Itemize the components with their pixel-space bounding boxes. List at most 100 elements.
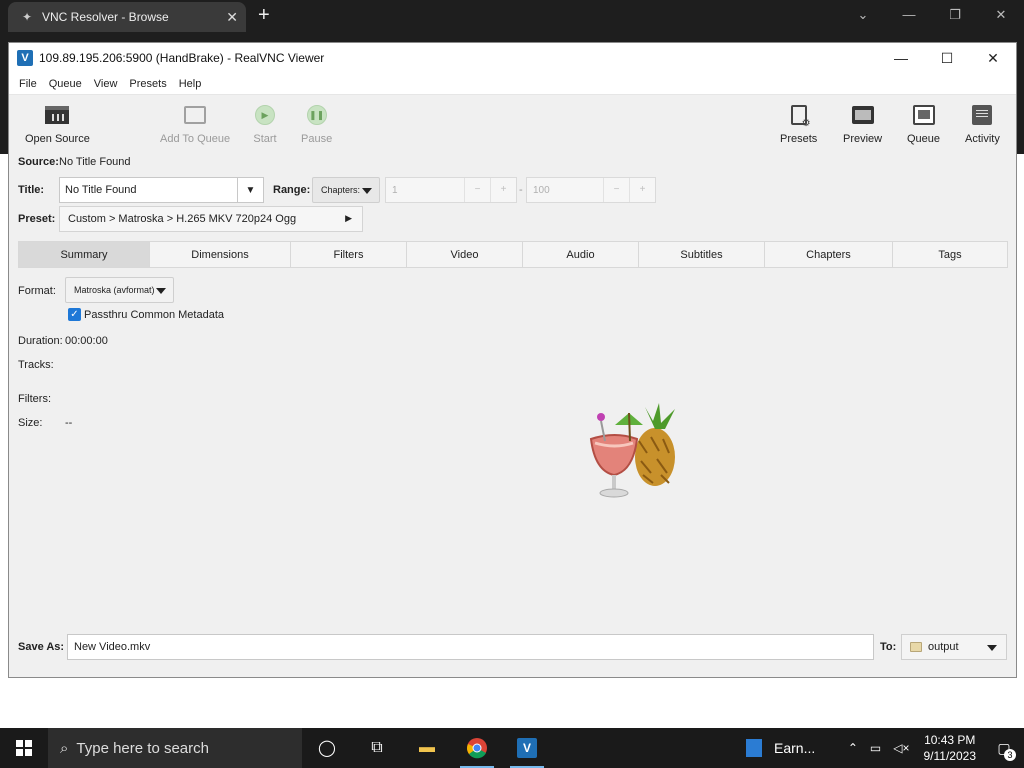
source-label: Source:: [18, 156, 59, 168]
minus-icon[interactable]: −: [464, 178, 490, 202]
pinned-document-item[interactable]: Earn...: [746, 728, 815, 768]
tracks-label: Tracks:: [18, 359, 54, 371]
play-icon: ▶: [255, 105, 275, 125]
tab-filters[interactable]: Filters: [291, 242, 407, 267]
chevron-up-icon[interactable]: ⌃: [842, 741, 864, 755]
activity-button[interactable]: Activity: [965, 103, 1000, 145]
realvnc-icon: V: [17, 50, 33, 66]
cortana-icon[interactable]: ◯: [302, 728, 352, 768]
task-view-icon[interactable]: ⧉: [352, 728, 402, 768]
clock[interactable]: 10:43 PM 9/11/2023: [916, 732, 985, 764]
toolbar: Open Source Add To Queue ▶ Start ❚❚ Paus…: [9, 95, 1016, 157]
start-label: Start: [253, 133, 277, 145]
restore-button[interactable]: ❐: [932, 0, 978, 30]
chrome-logo: [467, 738, 487, 759]
tab-video[interactable]: Video: [407, 242, 523, 267]
tab-audio[interactable]: Audio: [523, 242, 639, 267]
network-icon[interactable]: ▭: [864, 741, 887, 755]
tab-close-icon[interactable]: ✕: [226, 9, 238, 26]
menu-queue[interactable]: Queue: [43, 78, 88, 90]
presets-label: Presets: [780, 133, 818, 145]
vnc-titlebar: V 109.89.195.206:5900 (HandBrake) - Real…: [9, 43, 1016, 73]
caret-down-icon: [987, 645, 997, 651]
range-mode-dropdown[interactable]: Chapters:: [312, 177, 380, 203]
menu-bar: File Queue View Presets Help: [9, 73, 1016, 95]
duration-label: Duration:: [18, 335, 63, 347]
chrome-icon[interactable]: [452, 728, 502, 768]
pause-icon: ❚❚: [306, 105, 327, 125]
chevron-down-icon[interactable]: ▼: [237, 178, 263, 202]
tab-chapters[interactable]: Chapters: [765, 242, 893, 267]
range-end-spinner[interactable]: 100 − +: [526, 177, 656, 203]
plus-icon[interactable]: +: [629, 178, 655, 202]
title-value: No Title Found: [65, 184, 137, 196]
clock-time: 10:43 PM: [924, 733, 976, 747]
passthru-checkbox[interactable]: ✓: [68, 308, 81, 321]
search-placeholder: Type here to search: [76, 739, 209, 757]
notification-count-badge: 3: [1004, 748, 1016, 761]
new-tab-button[interactable]: +: [258, 4, 270, 27]
queue-button[interactable]: Queue: [907, 103, 940, 145]
add-image-icon: [184, 106, 207, 124]
open-source-button[interactable]: Open Source: [25, 103, 90, 145]
tab-summary[interactable]: Summary: [19, 242, 150, 267]
title-label: Title:: [18, 184, 45, 196]
open-source-label: Open Source: [25, 133, 90, 145]
pause-button[interactable]: ❚❚ Pause: [301, 103, 332, 145]
vnc-resolver-icon: ✦: [21, 10, 33, 24]
pause-label: Pause: [301, 133, 333, 145]
browser-tab[interactable]: ✦ VNC Resolver - Browse ✕: [8, 2, 246, 32]
queue-label: Queue: [907, 133, 941, 145]
save-as-label: Save As:: [18, 641, 65, 653]
range-label: Range:: [273, 184, 311, 196]
caret-down-icon: [362, 188, 372, 194]
duration-value: 00:00:00: [65, 335, 108, 347]
caret-right-icon: ▶: [345, 213, 352, 223]
taskbar-search-box[interactable]: ⌕ Type here to search: [48, 728, 302, 768]
notifications-icon[interactable]: ▢ 3: [984, 740, 1024, 761]
activity-icon: [972, 105, 993, 125]
settings-tabs: Summary Dimensions Filters Video Audio S…: [18, 241, 1008, 268]
tab-dimensions[interactable]: Dimensions: [150, 242, 291, 267]
vnc-minimize-button[interactable]: —: [878, 43, 924, 73]
film-icon: [851, 106, 874, 124]
tab-tags[interactable]: Tags: [893, 242, 1007, 267]
format-dropdown[interactable]: Matroska (avformat): [65, 277, 174, 303]
pinned-document-label: Earn...: [774, 740, 816, 756]
file-explorer-icon[interactable]: ▬: [402, 728, 452, 768]
clock-date: 9/11/2023: [923, 749, 977, 763]
preview-button[interactable]: Preview: [843, 103, 882, 145]
to-label: To:: [880, 641, 897, 653]
tab-subtitles[interactable]: Subtitles: [639, 242, 765, 267]
plus-icon[interactable]: +: [490, 178, 516, 202]
vnc-close-button[interactable]: ✕: [970, 43, 1016, 73]
realvnc-taskbar-icon[interactable]: V: [502, 728, 552, 768]
system-tray: ⌃ ▭ ◁× 10:43 PM 9/11/2023 ▢ 3: [842, 728, 1024, 768]
tab-search-icon[interactable]: ⌄: [840, 0, 886, 30]
caret-down-icon: [156, 288, 166, 294]
preset-selector[interactable]: Custom > Matroska > H.265 MKV 720p24 Ogg…: [59, 206, 363, 232]
volume-muted-icon[interactable]: ◁×: [887, 741, 915, 755]
close-button[interactable]: ✕: [978, 0, 1024, 30]
start-button[interactable]: [0, 728, 48, 768]
start-button[interactable]: ▶ Start: [252, 103, 278, 145]
windows-taskbar: ⌕ Type here to search ◯ ⧉ ▬ V Earn... ⌃ …: [0, 728, 1024, 768]
background-edge: [0, 42, 8, 154]
menu-presets[interactable]: Presets: [123, 78, 172, 90]
range-mode-value: Chapters:: [321, 185, 361, 195]
menu-file[interactable]: File: [13, 78, 43, 90]
menu-view[interactable]: View: [88, 78, 124, 90]
minimize-button[interactable]: —: [886, 0, 932, 30]
vnc-viewer-window: V 109.89.195.206:5900 (HandBrake) - Real…: [8, 42, 1017, 678]
range-start-spinner[interactable]: 1 − +: [385, 177, 517, 203]
presets-button[interactable]: Presets: [780, 103, 817, 145]
vnc-maximize-button[interactable]: ☐: [924, 43, 970, 73]
menu-help[interactable]: Help: [173, 78, 208, 90]
filters-label: Filters:: [18, 393, 51, 405]
add-to-queue-button[interactable]: Add To Queue: [160, 103, 230, 145]
title-dropdown[interactable]: No Title Found ▼: [59, 177, 264, 203]
clapperboard-icon: [45, 106, 70, 124]
minus-icon[interactable]: −: [603, 178, 629, 202]
save-as-input[interactable]: New Video.mkv: [67, 634, 874, 660]
destination-folder-dropdown[interactable]: output: [901, 634, 1007, 660]
